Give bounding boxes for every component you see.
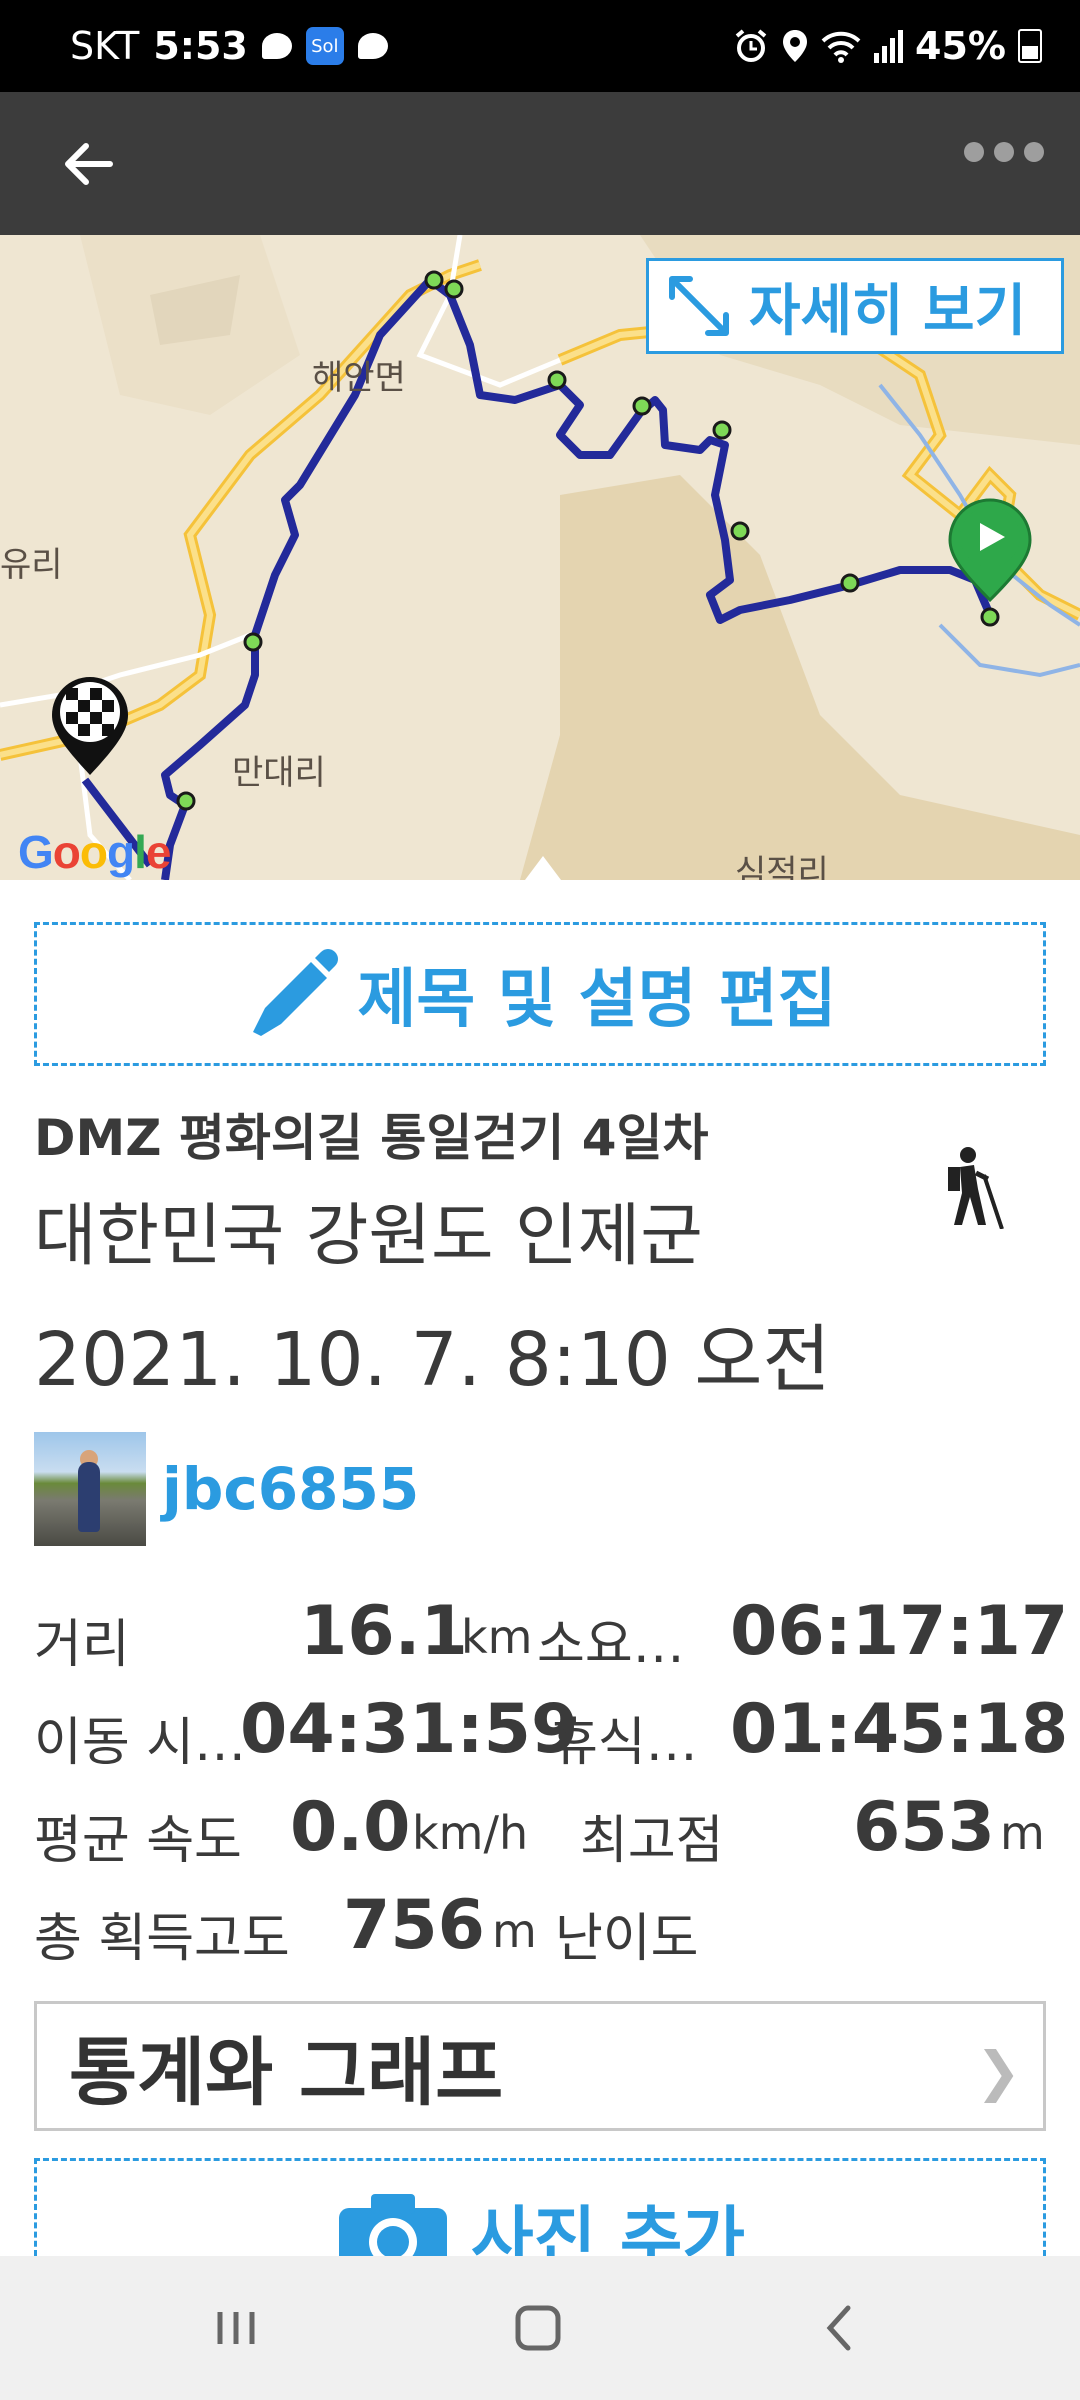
home-icon — [515, 2305, 561, 2351]
distance-unit: km — [461, 1610, 533, 1664]
moving-time-label: 이동 시… — [34, 1713, 247, 1773]
elevation-gain-label: 총 획득고도 — [34, 1909, 290, 1969]
map-pointer — [525, 856, 561, 880]
map-label-yuri: 유리 — [0, 545, 63, 585]
avg-speed-unit: km/h — [412, 1806, 529, 1860]
rest-time-value: 01:45:18 — [730, 1690, 1069, 1769]
duration-value: 06:17:17 — [730, 1592, 1069, 1671]
duration-label: 소요… — [537, 1615, 685, 1675]
clock: 5:53 — [153, 24, 248, 68]
elevation-gain-unit: m — [492, 1904, 537, 1958]
detail-view-button[interactable]: 자세히 보기 — [646, 258, 1064, 354]
sol-app-icon: Sol — [305, 27, 344, 65]
back-button[interactable] — [48, 124, 128, 204]
rest-time-label: 휴식… — [550, 1713, 698, 1773]
map-label-simjeok: 심적리 — [735, 853, 829, 880]
google-logo: Google — [18, 826, 171, 878]
home-button[interactable] — [498, 2288, 578, 2368]
stats-and-graph-button[interactable]: 통계와 그래프 ❯ — [34, 2001, 1046, 2131]
highest-point-unit: m — [1000, 1806, 1045, 1860]
map-label-haean: 해안면 — [312, 358, 406, 398]
status-bar: SKT 5:53 Sol 45% — [0, 0, 1080, 92]
battery-icon — [1018, 29, 1042, 63]
chevron-left-icon — [826, 2305, 851, 2351]
recent-apps-icon — [217, 2312, 255, 2344]
app-bar — [0, 92, 1080, 235]
highest-point-label: 최고점 — [580, 1811, 724, 1871]
avatar[interactable] — [34, 1432, 146, 1546]
map-label-mandae: 만대리 — [232, 753, 326, 793]
carrier-label: SKT — [70, 24, 140, 68]
moving-time-value: 04:31:59 — [240, 1690, 579, 1769]
trip-title: DMZ 평화의길 통일걷기 4일차 — [34, 1109, 709, 1167]
distance-label: 거리 — [34, 1615, 130, 1675]
chat-notification-icon-2 — [357, 33, 388, 59]
expand-icon — [649, 261, 749, 351]
wifi-icon — [821, 31, 861, 63]
edit-title-label: 제목 및 설명 편집 — [357, 963, 837, 1037]
system-nav-bar — [0, 2256, 1080, 2400]
chat-notification-icon — [261, 33, 292, 59]
avg-speed-label: 평균 속도 — [34, 1811, 242, 1871]
trip-location: 대한민국 강원도 인제군 — [34, 1197, 703, 1276]
stats-and-graph-label: 통계와 그래프 — [69, 2029, 504, 2116]
chevron-right-icon: ❯ — [975, 2040, 1021, 2103]
distance-value: 16.1 — [300, 1592, 468, 1671]
more-options-button[interactable] — [964, 142, 1044, 162]
difficulty-label: 난이도 — [555, 1909, 699, 1969]
system-back-button[interactable] — [800, 2288, 880, 2368]
hiker-icon — [948, 1147, 1004, 1229]
battery-percent: 45% — [915, 24, 1006, 68]
location-icon — [783, 30, 808, 62]
arrow-left-icon — [65, 143, 113, 185]
avg-speed-value: 0.0 — [290, 1788, 411, 1867]
username-link[interactable]: jbc6855 — [162, 1455, 419, 1523]
pencil-icon — [253, 949, 339, 1036]
detail-view-label: 자세히 보기 — [749, 278, 1027, 344]
trip-date: 2021. 10. 7. 8:10 오전 — [34, 1317, 831, 1403]
more-dots-icon — [964, 142, 984, 162]
signal-icon — [874, 30, 904, 63]
alarm-icon — [735, 29, 767, 62]
edit-title-button[interactable]: 제목 및 설명 편집 — [34, 922, 1046, 1066]
elevation-gain-value: 756 — [343, 1886, 485, 1965]
recent-apps-button[interactable] — [196, 2288, 276, 2368]
highest-point-value: 653 — [853, 1788, 995, 1867]
